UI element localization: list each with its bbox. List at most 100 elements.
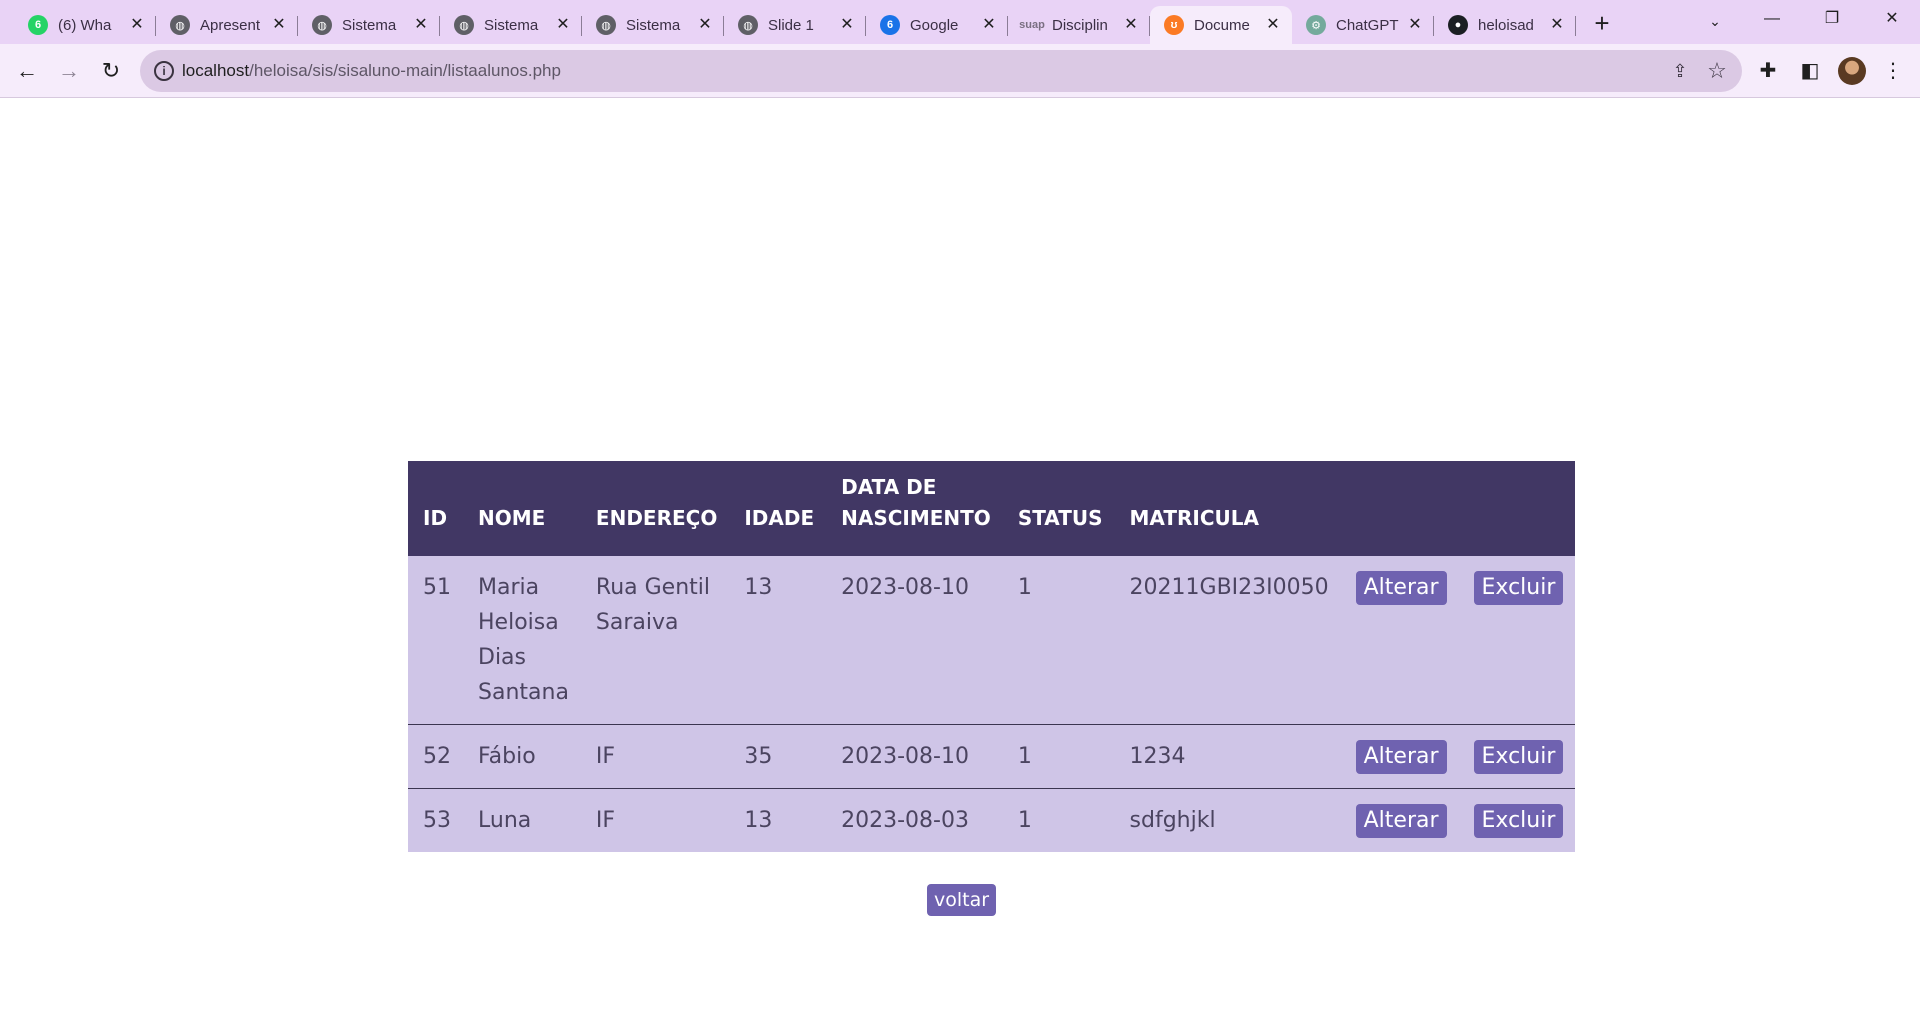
close-icon[interactable]: ✕	[980, 16, 998, 34]
table-row: 52 Fábio IF 35 2023-08-10 1 1234 Alterar…	[408, 724, 1576, 789]
tab[interactable]: ◍ Sistema ✕	[582, 6, 724, 44]
tab-title: Sistema	[626, 16, 681, 34]
close-icon[interactable]: ✕	[1406, 16, 1424, 34]
cell-alterar: Alterar	[1340, 556, 1459, 725]
cell-id: 51	[408, 556, 463, 725]
cell-idade: 35	[729, 724, 827, 789]
cell-excluir: Excluir	[1458, 556, 1576, 725]
tab-title: Google	[910, 16, 959, 34]
header-matricula: MATRICULA	[1114, 461, 1341, 556]
side-panel-icon[interactable]: ◧	[1795, 56, 1825, 86]
close-icon[interactable]: ✕	[412, 16, 430, 34]
tab-title: Sistema	[342, 16, 397, 34]
alterar-button[interactable]: Alterar	[1355, 740, 1447, 774]
share-icon[interactable]: ⇪	[1668, 59, 1692, 83]
close-icon[interactable]: ✕	[838, 16, 856, 34]
tab-title: (6) Wha	[58, 16, 112, 34]
tab-strip: 6 (6) Wha ✕ ◍ Apresent ✕ ◍ Sistema ✕ ◍ S…	[0, 0, 1920, 44]
tab-title: Slide 1	[768, 16, 814, 34]
tab[interactable]: suap Disciplin ✕	[1008, 6, 1150, 44]
tab[interactable]: ◍ Slide 1 ✕	[724, 6, 866, 44]
page-content: ID NOME ENDEREÇO IDADE DATA DE NASCIMENTO…	[0, 99, 1920, 1020]
cell-matricula: sdfghjkl	[1114, 788, 1341, 852]
tab-title: Disciplin	[1052, 16, 1108, 34]
address-bar[interactable]: i localhost/heloisa/sis/sisaluno-main/li…	[140, 50, 1742, 92]
tab-title: Apresent	[200, 16, 261, 34]
cell-status: 1	[1002, 724, 1115, 789]
header-nome: NOME	[463, 461, 581, 556]
suap-icon: suap	[1019, 19, 1045, 31]
header-idade: IDADE	[729, 461, 827, 556]
globe-icon: ◍	[454, 15, 474, 35]
cell-data: 2023-08-10	[826, 724, 1003, 789]
cell-nome: Luna	[463, 788, 581, 852]
close-icon[interactable]: ✕	[270, 16, 288, 34]
cell-data: 2023-08-03	[826, 788, 1003, 852]
cell-id: 53	[408, 788, 463, 852]
tab[interactable]: ● heloisad ✕	[1434, 6, 1576, 44]
cell-endereco: IF	[580, 724, 730, 789]
chatgpt-icon: ⚙	[1306, 15, 1326, 35]
cell-status: 1	[1002, 788, 1115, 852]
excluir-button[interactable]: Excluir	[1473, 804, 1564, 838]
close-icon[interactable]: ✕	[1264, 16, 1282, 34]
url-text[interactable]: localhost/heloisa/sis/sisaluno-main/list…	[182, 61, 561, 81]
excluir-button[interactable]: Excluir	[1473, 740, 1564, 774]
alterar-button[interactable]: Alterar	[1355, 571, 1447, 605]
alterar-button[interactable]: Alterar	[1355, 804, 1447, 838]
close-icon[interactable]: ✕	[1122, 16, 1140, 34]
tab-title: heloisad	[1478, 16, 1534, 34]
tab-title: Docume	[1194, 16, 1250, 34]
profile-avatar[interactable]	[1838, 57, 1866, 85]
tab[interactable]: 6 (6) Wha ✕	[14, 6, 156, 44]
globe-icon: ◍	[738, 15, 758, 35]
cell-matricula: 20211GBI23I0050	[1114, 556, 1341, 725]
cell-id: 52	[408, 724, 463, 789]
back-arrow-icon[interactable]: ←	[10, 54, 44, 88]
close-icon[interactable]: ✕	[128, 16, 146, 34]
menu-kebab-icon[interactable]: ⋮	[1878, 56, 1908, 86]
restore-icon[interactable]: ❐	[1804, 0, 1860, 38]
cell-nome: Fábio	[463, 724, 581, 789]
bookmark-star-icon[interactable]: ☆	[1704, 58, 1730, 84]
minimize-icon[interactable]: —	[1744, 0, 1800, 38]
reload-icon[interactable]: ↻	[94, 54, 128, 88]
tab-search-chevron-icon[interactable]: ⌄	[1700, 6, 1730, 36]
cell-status: 1	[1002, 556, 1115, 725]
tab[interactable]: ◍ Apresent ✕	[156, 6, 298, 44]
github-icon: ●	[1448, 15, 1468, 35]
extensions-puzzle-icon[interactable]: ✚	[1753, 56, 1783, 86]
tab-active[interactable]: ʊ Docume ✕	[1150, 6, 1292, 44]
globe-icon: ◍	[170, 15, 190, 35]
cell-endereco: Rua Gentil Saraiva	[580, 556, 730, 725]
voltar-button[interactable]: voltar	[927, 884, 997, 916]
close-icon[interactable]: ✕	[696, 16, 714, 34]
cell-matricula: 1234	[1114, 724, 1341, 789]
close-icon[interactable]: ✕	[1548, 16, 1566, 34]
table-row: 53 Luna IF 13 2023-08-03 1 sdfghjkl Alte…	[408, 788, 1576, 852]
tab-title: Sistema	[484, 16, 539, 34]
cell-excluir: Excluir	[1458, 788, 1576, 852]
students-table: ID NOME ENDEREÇO IDADE DATA DE NASCIMENTO…	[408, 461, 1576, 852]
cell-idade: 13	[729, 556, 827, 725]
whatsapp-icon: 6	[28, 15, 48, 35]
globe-icon: ◍	[596, 15, 616, 35]
tab-title: ChatGPT	[1336, 16, 1399, 34]
header-id: ID	[408, 461, 463, 556]
tab[interactable]: ⚙ ChatGPT ✕	[1292, 6, 1434, 44]
tab[interactable]: 6 Google ✕	[866, 6, 1008, 44]
tab[interactable]: ◍ Sistema ✕	[440, 6, 582, 44]
cell-idade: 13	[729, 788, 827, 852]
tab-separator	[1575, 16, 1576, 36]
tab[interactable]: ◍ Sistema ✕	[298, 6, 440, 44]
forward-arrow-icon[interactable]: →	[52, 54, 86, 88]
close-window-icon[interactable]: ✕	[1864, 0, 1920, 38]
close-icon[interactable]: ✕	[554, 16, 572, 34]
table-header-row: ID NOME ENDEREÇO IDADE DATA DE NASCIMENTO…	[408, 461, 1576, 556]
header-alterar	[1340, 461, 1459, 556]
info-icon[interactable]: i	[154, 61, 174, 81]
cell-data: 2023-08-10	[826, 556, 1003, 725]
excluir-button[interactable]: Excluir	[1473, 571, 1564, 605]
new-tab-icon[interactable]: +	[1586, 8, 1618, 40]
header-endereco: ENDEREÇO	[580, 461, 730, 556]
